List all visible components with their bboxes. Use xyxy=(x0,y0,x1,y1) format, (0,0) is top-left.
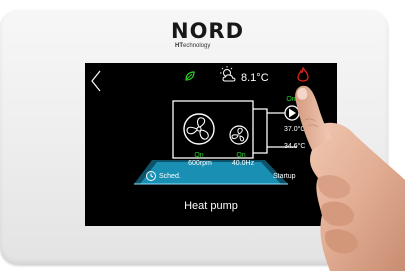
pump-status: On xyxy=(286,96,296,103)
startup-status: Startup xyxy=(273,173,296,180)
screen-title: Heat pump xyxy=(184,200,238,212)
compressor-frequency: 40.0Hz xyxy=(231,160,255,167)
brand-tagline: HTechnology xyxy=(175,43,245,50)
photo-scene: NORD HTechnology 8.1°C On 600rpm On 40.0… xyxy=(0,0,405,271)
brand-tagline-rest: echnology xyxy=(183,43,211,49)
pump-icon xyxy=(284,105,300,121)
pipe-loop xyxy=(253,108,268,154)
touch-screen: 8.1°C On 600rpm On 40.0Hz On 37.0°C 34.6… xyxy=(85,63,337,226)
supply-temperature: 37.0°C xyxy=(284,126,306,133)
brand-logo: NORD xyxy=(171,19,245,43)
compressor-status: On xyxy=(236,152,246,159)
fan-status: On xyxy=(194,152,204,159)
schedule-button[interactable]: Sched. xyxy=(159,173,181,181)
return-temperature: 34.6°C xyxy=(284,143,306,150)
outdoor-unit-box xyxy=(172,100,254,159)
fan-speed: 600rpm xyxy=(188,160,212,167)
brand-tagline-bold: HT xyxy=(175,43,183,49)
